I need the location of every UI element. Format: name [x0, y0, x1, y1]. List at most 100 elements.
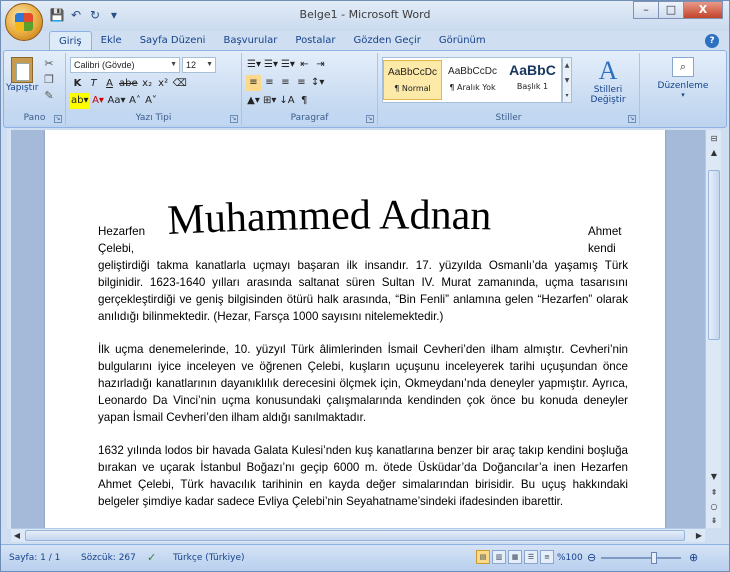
bullets-button[interactable]: ☰▾	[246, 57, 262, 73]
show-marks-button[interactable]: ¶	[297, 93, 312, 109]
copy-icon[interactable]: ❐	[42, 73, 56, 87]
tab-giris[interactable]: Giriş	[49, 31, 92, 51]
group-label-font: Yazı Tipi	[66, 111, 241, 125]
paste-button[interactable]: Yapıştır	[6, 57, 38, 93]
ruler-toggle-icon[interactable]: ⊟	[707, 132, 721, 146]
web-layout-icon[interactable]: ▦	[508, 550, 522, 564]
clear-formatting-button[interactable]: ⌫	[172, 76, 188, 92]
font-name-value: Calibri (Gövde)	[74, 60, 135, 70]
highlight-button[interactable]: ab▾	[70, 93, 90, 109]
grow-font-button[interactable]: A˄	[128, 93, 143, 109]
style-name: ¶ Aralık Yok	[449, 83, 496, 92]
vertical-scrollbar[interactable]: ⊟ ▲ ▼ ⇞ ○ ⇟	[705, 130, 721, 528]
clipboard-launcher-icon[interactable]: ↘	[54, 115, 62, 123]
maximize-button[interactable]: □	[658, 1, 684, 19]
tab-ekle[interactable]: Ekle	[92, 31, 131, 51]
increase-indent-button[interactable]: ⇥	[313, 57, 328, 73]
word-window: 💾 ↶ ↻ ▾ Belge1 - Microsoft Word – □ X Gi…	[0, 0, 730, 572]
scroll-right-icon[interactable]: ▶	[693, 529, 705, 542]
document-page[interactable]: Muhammed Adnan Hezarfen Çelebi, Ahmet ke…	[45, 130, 665, 528]
scroll-left-icon[interactable]: ◀	[11, 529, 23, 542]
chevron-down-icon: ▼	[170, 61, 177, 68]
borders-button[interactable]: ⊞▾	[262, 93, 277, 109]
tab-gorunum[interactable]: Görünüm	[430, 31, 495, 51]
styles-launcher-icon[interactable]: ↘	[628, 115, 636, 123]
align-left-button[interactable]: ≡	[246, 75, 261, 91]
zoom-out-icon[interactable]: ⊖	[587, 551, 596, 565]
decrease-indent-button[interactable]: ⇤	[297, 57, 312, 73]
wordart-title[interactable]: Muhammed Adnan	[163, 188, 583, 248]
document-area: Muhammed Adnan Hezarfen Çelebi, Ahmet ke…	[11, 130, 705, 528]
browse-object-icon[interactable]: ○	[707, 500, 721, 514]
paragraph-row-1: ☰▾ ☰▾ ☰▾ ⇤ ⇥	[246, 57, 328, 73]
ribbon-tabs: Giriş Ekle Sayfa Düzeni Başvurular Posta…	[49, 31, 495, 51]
scroll-down-icon[interactable]: ▼	[707, 470, 721, 484]
horizontal-scrollbar[interactable]: ◀ ▶	[11, 528, 705, 542]
wrap-line: kendi	[588, 242, 616, 255]
wordart-textpath: Muhammed Adnan	[166, 192, 491, 244]
tab-sayfa-duzeni[interactable]: Sayfa Düzeni	[131, 31, 215, 51]
editing-button[interactable]: ⌕ Düzenleme ▾	[650, 57, 716, 99]
align-right-button[interactable]: ≡	[278, 75, 293, 91]
horizontal-scroll-thumb[interactable]	[25, 530, 685, 541]
multilevel-list-button[interactable]: ☰▾	[280, 57, 296, 73]
font-size-box[interactable]: 12 ▼	[182, 57, 216, 73]
full-screen-reading-icon[interactable]: ▥	[492, 550, 506, 564]
styles-scroll[interactable]: ▲ ▼ ▾	[562, 57, 572, 103]
strikethrough-button[interactable]: abe	[118, 76, 139, 92]
next-page-icon[interactable]: ⇟	[707, 514, 721, 528]
bold-button[interactable]: K	[70, 76, 85, 92]
paragraph-2: İlk uçma denemelerinde, 10. yüzyıl Türk …	[98, 343, 628, 424]
status-bar: Sayfa: 1 / 1 Sözcük: 267 ✓ Türkçe (Türki…	[1, 544, 729, 571]
editing-label: Düzenleme	[657, 81, 709, 91]
office-button[interactable]	[5, 3, 43, 41]
style-no-spacing[interactable]: AaBbCcDc ¶ Aralık Yok	[443, 60, 502, 100]
zoom-in-icon[interactable]: ⊕	[689, 551, 698, 565]
draft-icon[interactable]: ≡	[540, 550, 554, 564]
italic-button[interactable]: T	[86, 76, 101, 92]
zoom-slider[interactable]	[601, 552, 681, 564]
page-indicator[interactable]: Sayfa: 1 / 1	[9, 551, 60, 565]
tab-postalar[interactable]: Postalar	[286, 31, 344, 51]
word-count[interactable]: Sözcük: 267	[81, 551, 136, 565]
zoom-level[interactable]: %100	[557, 551, 583, 565]
group-font: Calibri (Gövde) ▼ 12 ▼ K T A abe x₂ x² ⌫ a…	[66, 53, 242, 125]
scroll-up-icon[interactable]: ▲	[707, 146, 721, 160]
minimize-button[interactable]: –	[633, 1, 659, 19]
change-case-button[interactable]: Aa▾	[107, 93, 127, 109]
view-buttons: ▤ ▥ ▦ ☰ ≡	[476, 550, 554, 564]
outline-icon[interactable]: ☰	[524, 550, 538, 564]
spelling-check-icon[interactable]: ✓	[147, 551, 156, 565]
tab-basvurular[interactable]: Başvurular	[214, 31, 286, 51]
font-name-box[interactable]: Calibri (Gövde) ▼	[70, 57, 180, 73]
underline-button[interactable]: A	[102, 76, 117, 92]
paragraph-launcher-icon[interactable]: ↘	[366, 115, 374, 123]
style-normal[interactable]: AaBbCcDc ¶ Normal	[383, 60, 442, 100]
superscript-button[interactable]: x²	[156, 76, 171, 92]
cut-icon[interactable]: ✂	[42, 57, 56, 71]
font-color-button[interactable]: A▾	[91, 93, 106, 109]
style-heading-1[interactable]: AaBbC Başlık 1	[503, 60, 562, 100]
binoculars-icon: ⌕	[672, 57, 694, 77]
group-styles: AaBbCcDc ¶ Normal AaBbCcDc ¶ Aralık Yok …	[378, 53, 640, 125]
numbering-button[interactable]: ☰▾	[263, 57, 279, 73]
line-spacing-button[interactable]: ↕▾	[310, 75, 325, 91]
help-icon[interactable]: ?	[705, 34, 719, 48]
shading-button[interactable]: ▲▾	[246, 93, 261, 109]
previous-page-icon[interactable]: ⇞	[707, 486, 721, 500]
zoom-slider-knob[interactable]	[651, 552, 657, 564]
shrink-font-button[interactable]: A˅	[144, 93, 159, 109]
format-painter-icon[interactable]: ✎	[42, 89, 56, 103]
language-indicator[interactable]: Türkçe (Türkiye)	[173, 551, 245, 565]
subscript-button[interactable]: x₂	[140, 76, 155, 92]
clipboard-icon	[11, 57, 33, 83]
change-styles-button[interactable]: A Stilleri Değiştir	[580, 57, 636, 106]
align-center-button[interactable]: ≡	[262, 75, 277, 91]
tab-gozden-gecir[interactable]: Gözden Geçir	[344, 31, 429, 51]
print-layout-icon[interactable]: ▤	[476, 550, 490, 564]
sort-button[interactable]: ↓A	[278, 93, 295, 109]
justify-button[interactable]: ≡	[294, 75, 309, 91]
vertical-scroll-thumb[interactable]	[708, 170, 720, 340]
close-button[interactable]: X	[683, 1, 723, 19]
font-launcher-icon[interactable]: ↘	[230, 115, 238, 123]
